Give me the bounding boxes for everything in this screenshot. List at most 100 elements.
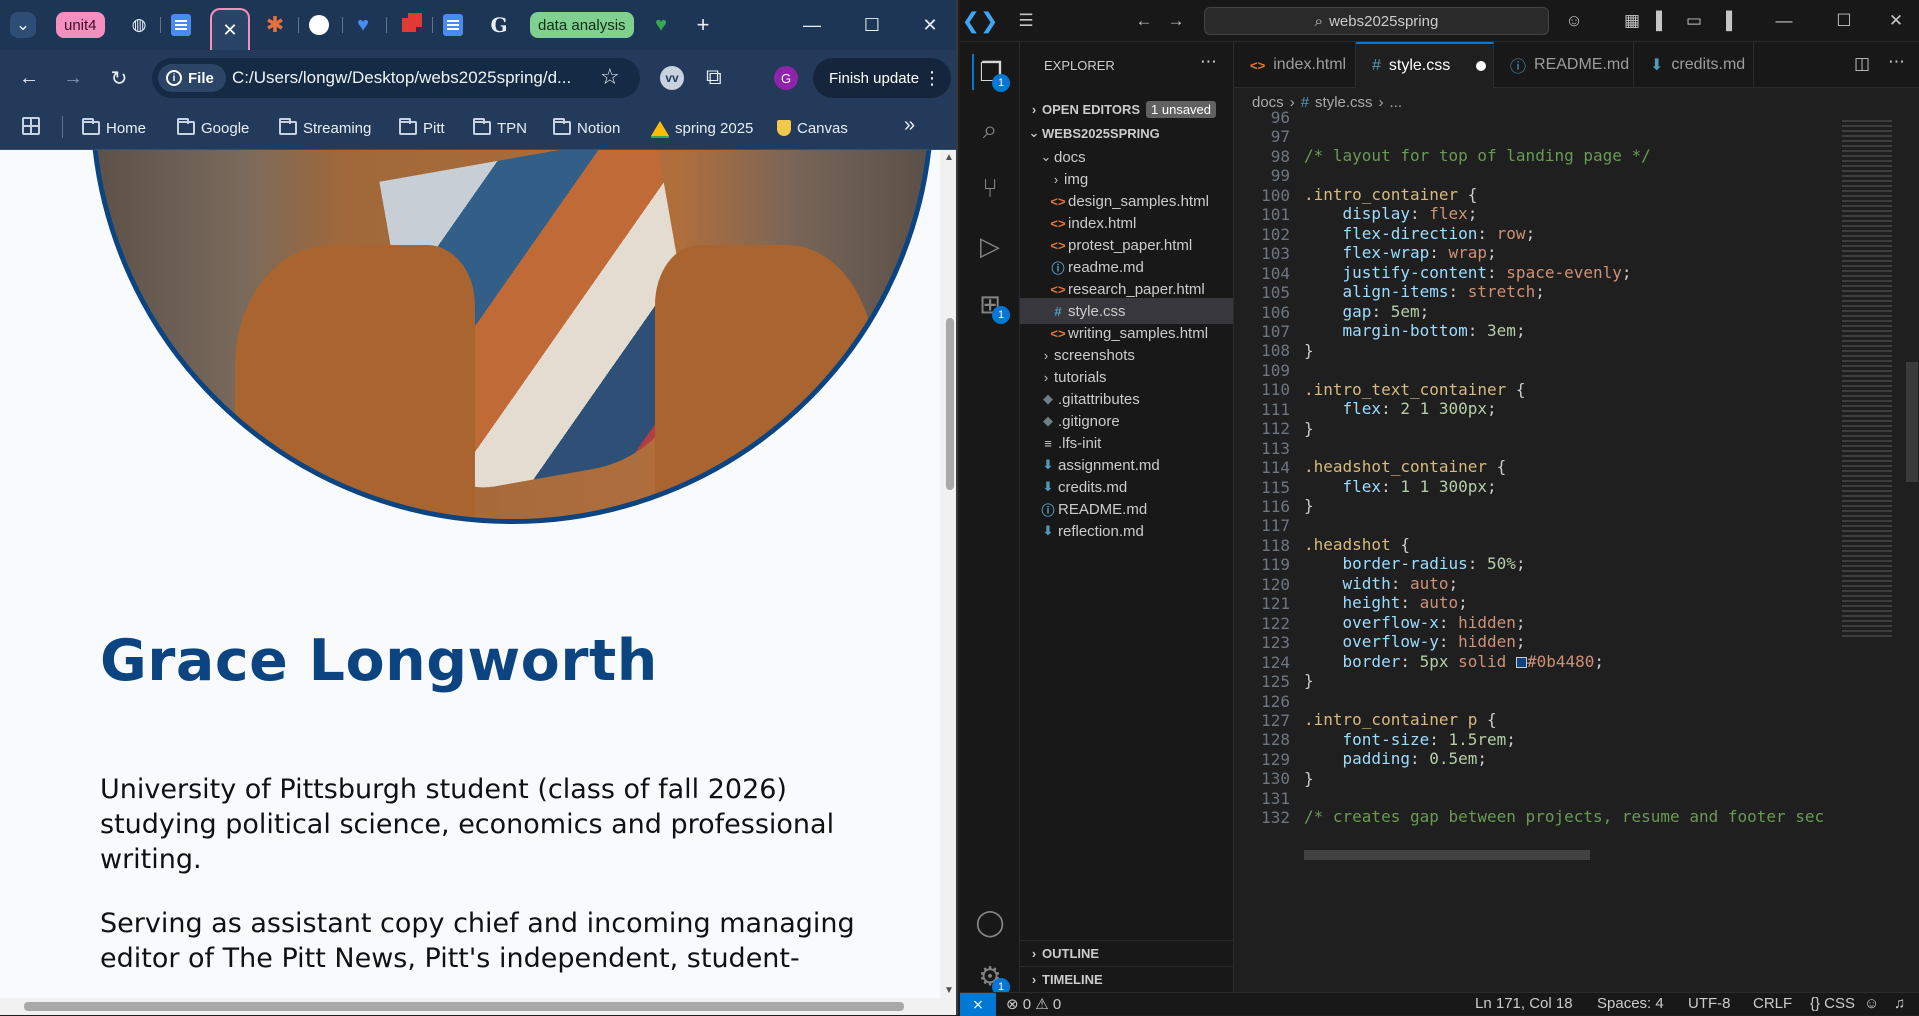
active-tab[interactable]: ✕	[210, 8, 250, 50]
reload-button[interactable]: ↻	[104, 63, 134, 93]
tab-index-html[interactable]: <> index.html	[1234, 42, 1356, 88]
open-editors-header[interactable]: › OPEN EDITORS 1 unsaved	[1020, 96, 1233, 122]
toggle-secondary-sidebar-icon[interactable]: ▐	[1714, 9, 1738, 33]
workspace-root[interactable]: ⌄ WEBS2025SPRING	[1020, 120, 1233, 146]
tab-red-app-icon[interactable]	[396, 12, 422, 38]
copilot-status-icon[interactable]: ☺	[1864, 995, 1879, 1012]
tab-globe-icon[interactable]: ◍	[126, 12, 152, 38]
tab-readme-md[interactable]: ⓘ README.md	[1494, 42, 1634, 88]
bookmark-spring-2025[interactable]: spring 2025	[651, 114, 753, 142]
color-swatch-icon[interactable]	[1515, 657, 1527, 668]
extension-vv-icon[interactable]: vv	[660, 66, 684, 90]
more-bookmarks-icon[interactable]: »	[904, 114, 915, 137]
file-reflection-md[interactable]: ⬇ reflection.md	[1020, 518, 1233, 544]
scroll-down-icon[interactable]: ▼	[944, 985, 954, 996]
finish-update-button[interactable]: Finish update ⋮	[813, 58, 951, 98]
maximize-button[interactable]: ☐	[852, 10, 892, 40]
bookmark-tpn[interactable]: TPN	[473, 114, 527, 142]
editor-more-icon[interactable]: ⋯	[1888, 52, 1905, 72]
copilot-icon[interactable]: ☺	[1562, 9, 1586, 33]
profile-avatar[interactable]: G	[774, 66, 798, 90]
vs-maximize-button[interactable]: ☐	[1832, 9, 1856, 33]
tab-style-css[interactable]: # style.css	[1356, 42, 1494, 88]
code-line-118: border-radius: 50%;	[1342, 554, 1526, 573]
close-window-button[interactable]: ✕	[910, 10, 950, 40]
breadcrumb-more[interactable]: ...	[1390, 94, 1403, 111]
bookmark-notion[interactable]: Notion	[553, 114, 620, 142]
site-info-chip[interactable]: i File	[158, 64, 226, 92]
page-horizontal-scrollbar[interactable]	[0, 998, 956, 1015]
nav-forward-icon[interactable]: →	[1164, 9, 1188, 33]
breadcrumb-file[interactable]: style.css	[1315, 94, 1373, 111]
minimap[interactable]	[1834, 116, 1919, 996]
google-docs-icon	[443, 14, 463, 36]
tab-search-button[interactable]: ⌄	[10, 12, 36, 38]
tab-group-data-analysis[interactable]: data analysis	[530, 12, 634, 38]
minimap-slider[interactable]	[1906, 362, 1918, 482]
bookmark-streaming[interactable]: Streaming	[279, 114, 371, 142]
tab-g-icon[interactable]: G	[486, 12, 512, 38]
page-vertical-scrollbar[interactable]: ▲ ▼	[940, 150, 956, 998]
line-number: 112	[1261, 419, 1290, 438]
vs-close-button[interactable]: ✕	[1884, 9, 1908, 33]
new-tab-button[interactable]: +	[690, 12, 716, 38]
tab-asterisk-icon[interactable]: ✱	[262, 12, 288, 38]
apps-grid-icon[interactable]	[22, 117, 40, 135]
minimize-button[interactable]: —	[792, 10, 832, 40]
line-number: 120	[1261, 575, 1290, 594]
tab-credits-md[interactable]: ⬇ credits.md	[1634, 42, 1754, 88]
tab-docs-icon[interactable]	[168, 12, 194, 38]
address-bar[interactable]: i File C:/Users/longw/Desktop/webs2025spr…	[152, 58, 640, 98]
editor-horizontal-scrollbar[interactable]	[1304, 850, 1590, 860]
split-editor-icon[interactable]: ◫	[1854, 54, 1870, 74]
explorer-icon[interactable]: ❐ 1	[972, 54, 1010, 92]
forward-button[interactable]: →	[58, 63, 88, 93]
bookmark-star-icon[interactable]: ☆	[600, 64, 620, 90]
end-of-line[interactable]: CRLF	[1753, 995, 1792, 1012]
notifications-bell-icon[interactable]: ♫	[1894, 995, 1905, 1012]
timeline-header[interactable]: › TIMELINE	[1020, 966, 1233, 992]
kebab-menu-icon[interactable]: ⋮	[923, 68, 941, 89]
problems-indicator[interactable]: ⊗ 0 ⚠ 0	[1006, 995, 1061, 1013]
toggle-primary-sidebar-icon[interactable]: ▌	[1650, 9, 1674, 33]
bookmark-home[interactable]: Home	[82, 114, 146, 142]
extensions-puzzle-icon[interactable]: ⧉	[706, 64, 722, 90]
indentation[interactable]: Spaces: 4	[1597, 995, 1664, 1012]
bookmark-pitt[interactable]: Pitt	[399, 114, 445, 142]
run-debug-icon[interactable]: ▷	[972, 228, 1008, 264]
menu-hamburger-icon[interactable]: ☰	[1014, 9, 1038, 33]
explorer-more-icon[interactable]: ⋯	[1200, 52, 1217, 72]
nav-back-icon[interactable]: ←	[1132, 9, 1156, 33]
accounts-icon[interactable]: ◯	[972, 904, 1008, 940]
url-text[interactable]: C:/Users/longw/Desktop/webs2025spring/d.…	[232, 68, 571, 88]
toggle-panel-icon[interactable]: ▭	[1682, 9, 1706, 33]
language-mode[interactable]: {} CSS	[1810, 995, 1855, 1012]
cursor-position[interactable]: Ln 171, Col 18	[1475, 995, 1573, 1012]
bookmark-canvas[interactable]: Canvas	[777, 114, 848, 142]
layout-customize-icon[interactable]: ▦	[1620, 9, 1644, 33]
encoding[interactable]: UTF-8	[1688, 995, 1731, 1012]
remote-indicator-icon[interactable]: ⨯	[960, 993, 996, 1016]
tab-green-heart-icon[interactable]: ♥	[648, 12, 674, 38]
search-view-icon[interactable]: ⌕	[972, 112, 1008, 148]
scroll-up-icon[interactable]: ▲	[944, 152, 954, 163]
vs-minimize-button[interactable]: —	[1772, 9, 1796, 33]
code-editor[interactable]: 96 97 98 99 100 101 102 103 104 105 106 107 108 109 11…	[1234, 108, 1834, 996]
back-button[interactable]: ←	[14, 63, 44, 93]
scroll-thumb[interactable]	[946, 318, 954, 490]
unsaved-dot-icon[interactable]	[1476, 61, 1487, 71]
tab-github-icon[interactable]	[306, 12, 332, 38]
tab-docs-icon-2[interactable]	[440, 12, 466, 38]
command-center-search[interactable]: ⌕ webs2025spring	[1204, 7, 1549, 35]
extensions-icon[interactable]: ⊞ 1	[972, 286, 1010, 324]
bookmark-google[interactable]: Google	[177, 114, 249, 142]
source-control-icon[interactable]: ⑂	[972, 170, 1008, 206]
tab-heart-icon[interactable]: ♥	[350, 12, 376, 38]
tab-close-icon[interactable]: ✕	[222, 20, 237, 41]
tab-group-unit4[interactable]: unit4	[56, 12, 105, 38]
settings-gear-icon[interactable]: ⚙ 1	[972, 958, 1010, 996]
outline-header[interactable]: › OUTLINE	[1020, 940, 1233, 966]
scroll-thumb[interactable]	[24, 1002, 904, 1011]
pitt-shield-icon	[777, 120, 791, 136]
page-heading-name: Grace Longworth	[100, 628, 658, 694]
